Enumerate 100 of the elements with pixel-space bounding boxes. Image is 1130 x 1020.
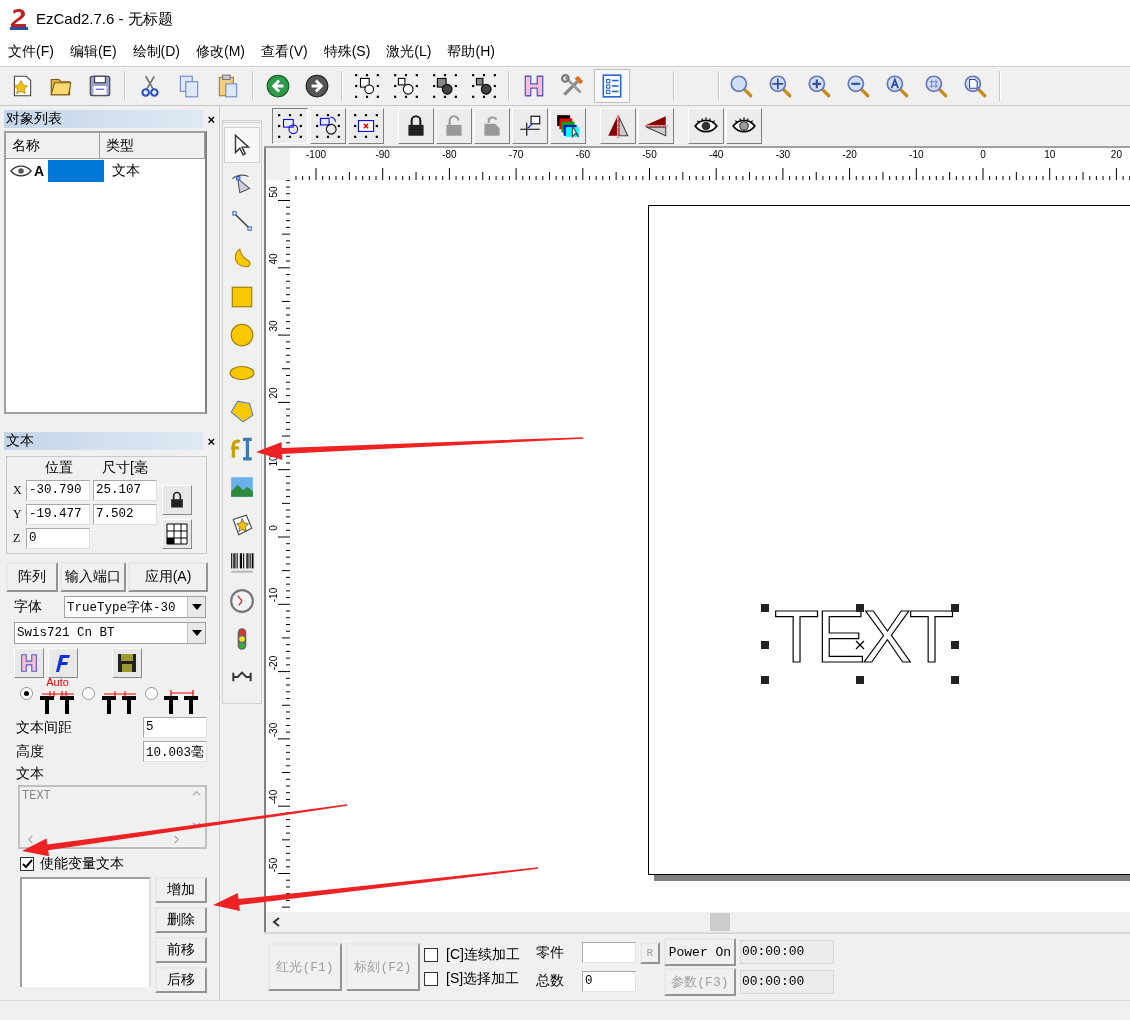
close-button[interactable]: × [207,433,215,449]
ruler-label: -20 [267,654,279,672]
lock-button[interactable] [162,485,192,515]
variable-list[interactable] [20,877,151,987]
ruler-label: -60 [575,149,590,160]
field-label: 字体 [14,598,43,616]
tool-button[interactable] [224,127,260,163]
input-field[interactable]: 10.003毫 [143,741,207,762]
menu-item[interactable]: 查看(V) [253,43,316,61]
axis-label: X [13,482,23,498]
caret-icon [191,630,202,636]
button[interactable]: 输入端口 [60,562,126,592]
dropdown-value: TrueType字体-30 [67,599,176,616]
scroll-up-icon [191,789,201,798]
checkbox-label: [S]选择加工 [446,970,520,988]
button[interactable]: 阵列 [6,562,58,592]
checkbox[interactable] [424,972,438,986]
input-field[interactable]: 5 [143,717,207,738]
field-label: 零件 [535,944,564,962]
checkbox[interactable] [424,948,438,962]
selection-handle[interactable] [761,641,769,649]
zoom-out-icon [845,73,871,99]
checkbox[interactable] [20,857,34,871]
ruler-label: 0 [267,524,279,533]
selection-handle[interactable] [856,604,864,612]
selection-handle[interactable] [761,604,769,612]
ruler-label: -80 [442,149,457,160]
panel-title: 文本 [6,432,34,450]
field-label: 文本 [16,765,44,783]
center-mark-icon [855,640,865,650]
menu-item[interactable]: 修改(M) [188,43,253,61]
radio-button[interactable] [20,687,33,700]
dropdown[interactable]: Swis721 Cn BT [14,622,206,644]
menu-item[interactable]: 特殊(S) [315,43,379,61]
selection-handle[interactable] [951,641,959,649]
ruler-label: -50 [642,149,657,160]
scrollbar-thumb[interactable] [710,913,730,931]
time-display: 00:00:00 [739,940,834,964]
barcode-icon [229,550,255,576]
font-f-icon [55,653,71,673]
button[interactable]: 删除 [155,907,207,933]
button[interactable]: Power On [663,938,736,966]
panel-title: 对象列表 [6,110,62,128]
menu-item[interactable]: 绘制(D) [124,43,188,61]
selection-handle[interactable] [951,676,959,684]
save-icon [117,653,137,673]
button[interactable]: 后移 [155,967,207,993]
hatch-button[interactable] [14,648,44,678]
scroll-left-icon [26,834,35,844]
menu-item[interactable]: 激光(L) [378,43,440,61]
selection-handle[interactable] [951,604,959,612]
checkbox-label: 使能变量文本 [40,855,124,873]
input-field[interactable]: 0 [581,971,636,992]
zoom-grid-icon [923,73,949,99]
radio-button[interactable] [82,687,96,700]
input-field[interactable] [581,942,636,963]
button[interactable]: 增加 [155,877,207,903]
line-icon [229,208,255,234]
grid-button[interactable] [162,519,192,549]
scroll-right-icon [172,834,181,844]
mirror-vertical-icon [643,113,669,139]
input-field[interactable]: -19.477 [26,503,90,525]
ruler-label: -20 [842,149,857,160]
zoom-icon [728,73,754,99]
color-layers-icon [555,113,581,139]
button[interactable]: 应用(A) [128,562,208,592]
axis-label: Y [13,506,23,522]
ruler-label: -40 [267,788,279,807]
menu-item[interactable]: 编辑(E) [61,43,125,61]
toolbar-button[interactable] [272,108,308,144]
dropdown[interactable]: TrueType字体-30 [64,596,206,618]
input-field[interactable]: 7.502 [93,503,157,525]
radio-button[interactable] [144,687,158,700]
menu-item[interactable]: 帮助(H) [439,43,503,61]
ruler-label: -70 [508,149,524,160]
menu-item[interactable]: 文件(F) [0,43,62,61]
ruler-label: -10 [909,149,924,160]
origin-point-icon [517,113,543,139]
center-frame-icon [353,113,379,139]
name-cell[interactable] [48,160,105,182]
ruler-label: -100 [306,149,326,160]
ruler-label: -40 [708,149,724,160]
zoom-all-icon [884,73,910,99]
auto-label: Auto [46,677,69,688]
input-field[interactable]: -30.790 [26,479,90,501]
save-button[interactable] [112,648,142,678]
column-header: 名称 [6,133,100,158]
table-cell-text: 文本 [111,162,141,180]
column-header: 位置 [44,459,74,477]
app-logo-icon [8,7,30,31]
font-button[interactable] [48,648,78,678]
input-field[interactable]: 0 [26,527,90,549]
input-field[interactable]: 25.107 [93,479,157,501]
selection-handle[interactable] [856,676,864,684]
canvas-text-object[interactable]: TEXT [774,600,952,674]
selection-handle[interactable] [761,676,769,684]
close-button[interactable]: × [207,111,215,127]
ruler-label: 10 [1044,149,1056,160]
ruler-label: -10 [267,587,279,605]
button[interactable]: 前移 [155,937,207,963]
